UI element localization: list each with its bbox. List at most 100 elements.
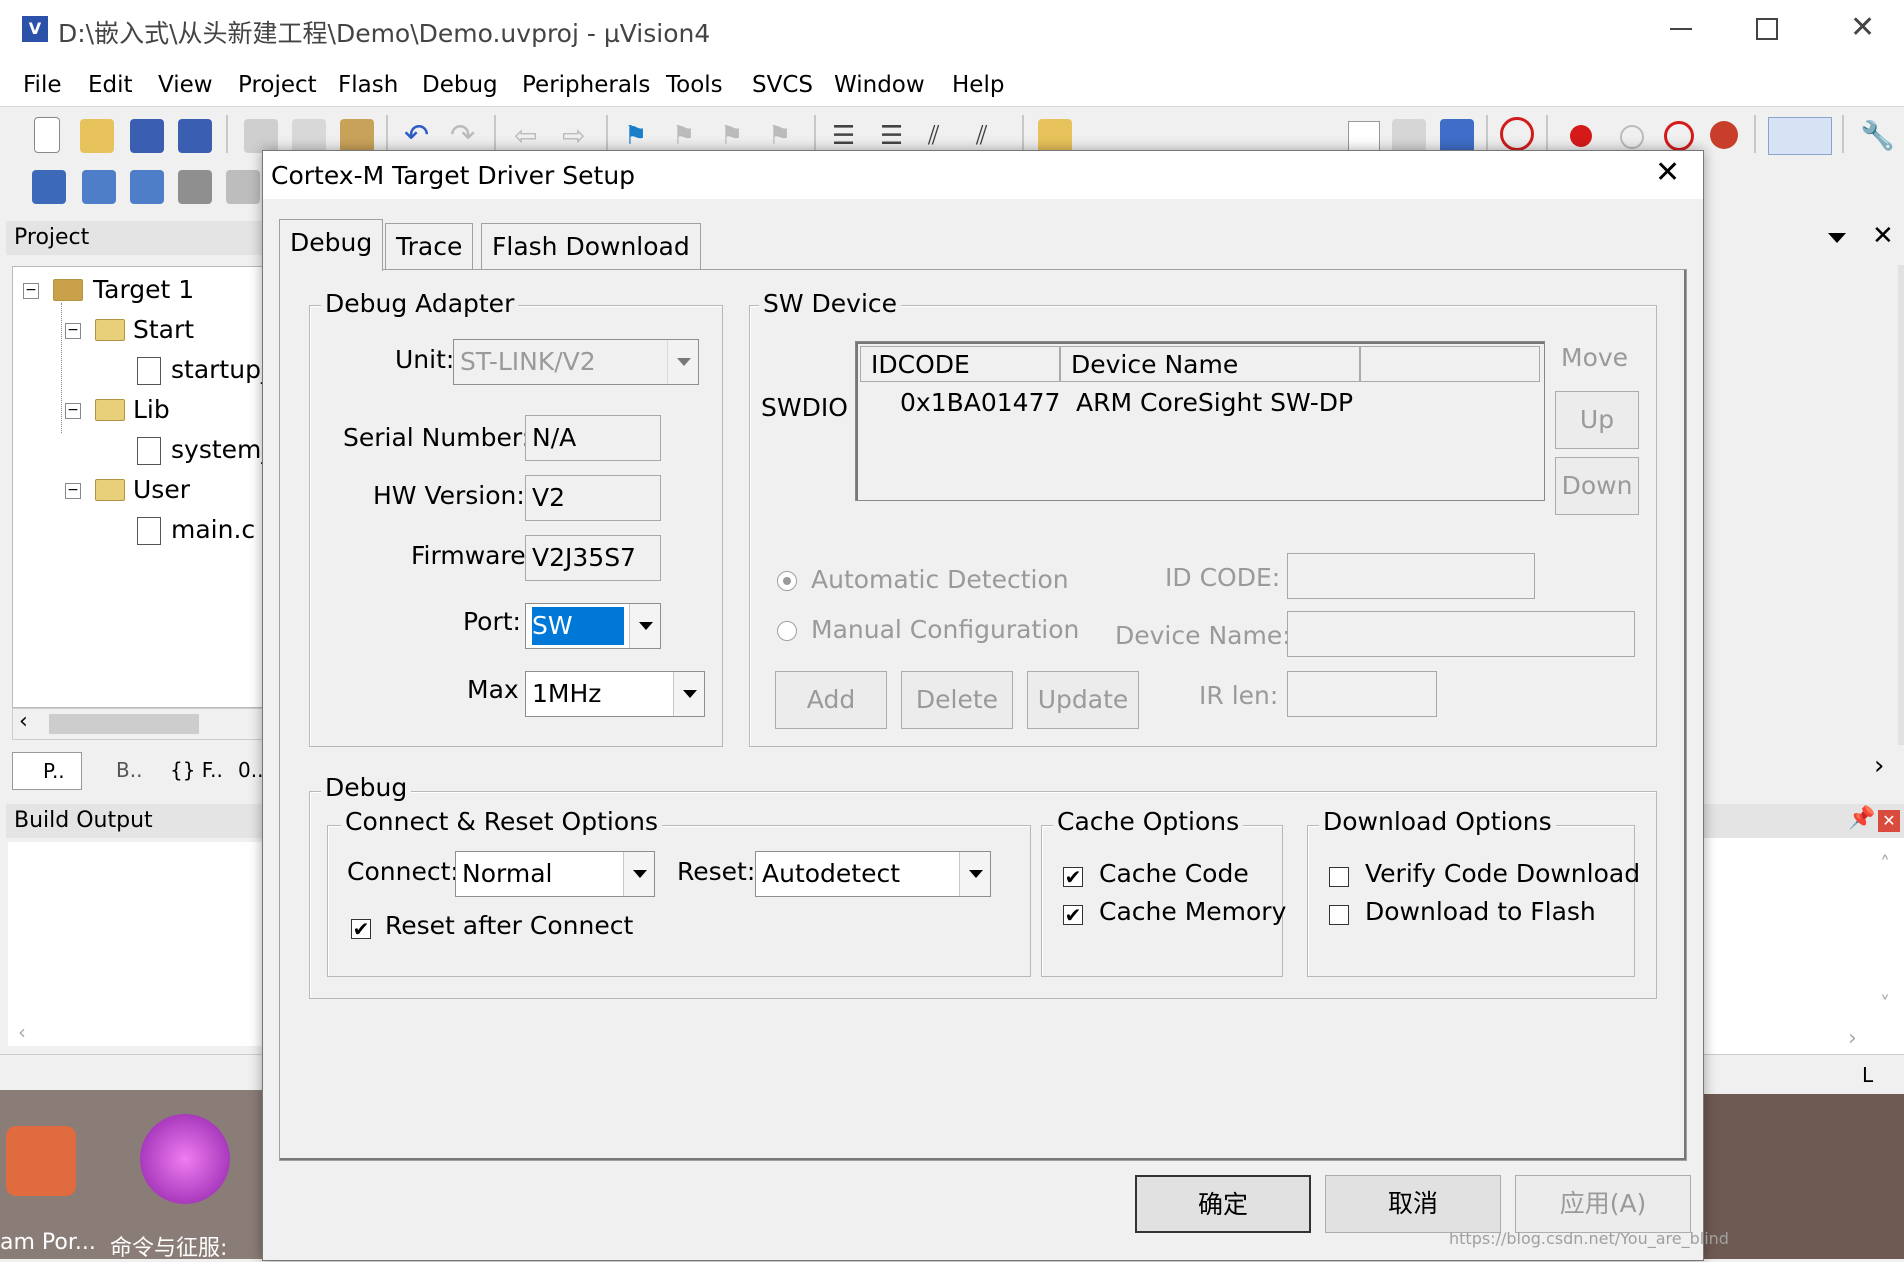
project-hscroll[interactable]: ‹ [12, 708, 276, 740]
expand-lib-toggle[interactable]: − [65, 403, 81, 419]
col-header-device-name[interactable]: Device Name [1060, 346, 1360, 382]
indent-icon[interactable]: ☰ [832, 119, 866, 153]
menu-edit[interactable]: Edit [88, 72, 133, 98]
breakpoint-disable-all-icon[interactable] [1664, 121, 1694, 151]
chevron-down-icon[interactable] [667, 340, 698, 384]
save-all-icon[interactable] [178, 119, 212, 153]
tree-item-lib[interactable]: Lib [133, 395, 170, 424]
cancel-button[interactable]: 取消 [1325, 1175, 1501, 1233]
build-output-hscroll[interactable]: ‹ [8, 1020, 274, 1046]
nav-back-icon[interactable]: ⇦ [514, 119, 548, 153]
tab-flash-download[interactable]: Flash Download [481, 223, 701, 269]
menu-debug[interactable]: Debug [422, 72, 498, 98]
desktop-label-1[interactable]: am Por... [0, 1230, 96, 1255]
connect-select[interactable]: Normal [455, 851, 655, 897]
ok-button[interactable]: 确定 [1135, 1175, 1311, 1233]
tab-functions[interactable]: {} F.. [162, 752, 226, 790]
move-up-button[interactable]: Up [1555, 391, 1639, 449]
breakpoint-kill-all-icon[interactable] [1710, 121, 1738, 149]
unindent-icon[interactable]: ☰ [880, 119, 914, 153]
bookmark-clear-icon[interactable]: ⚑ [768, 119, 802, 153]
hw-version-field[interactable]: V2 [525, 475, 661, 521]
comment-icon[interactable]: ⫽ [928, 119, 962, 153]
col-header-idcode[interactable]: IDCODE [860, 346, 1060, 382]
apply-button[interactable]: 应用(A) [1515, 1175, 1691, 1233]
reset-select[interactable]: Autodetect [755, 851, 991, 897]
cache-memory-label[interactable]: Cache Memory [1099, 897, 1286, 926]
verify-code-download-checkbox[interactable] [1329, 867, 1349, 887]
stop-build-icon[interactable] [226, 170, 260, 204]
firmware-field[interactable]: V2J35S7 [525, 535, 661, 581]
chevron-down-icon[interactable] [629, 604, 660, 648]
scroll-thumb[interactable] [49, 714, 199, 734]
unit-select[interactable]: ST-LINK/V2 [453, 339, 699, 385]
translate-icon[interactable] [32, 170, 66, 204]
open-folder-icon[interactable] [80, 119, 114, 153]
menu-file[interactable]: File [23, 72, 62, 98]
auto-detect-label[interactable]: Automatic Detection [811, 565, 1069, 594]
device-name-field[interactable] [1287, 611, 1635, 657]
tree-item-startup[interactable]: startup_ [171, 355, 273, 384]
device-row[interactable]: 0x1BA01477 ARM CoreSight SW-DP [860, 386, 1540, 422]
find-combo[interactable] [1348, 121, 1380, 153]
app-shortcut-icon[interactable] [6, 1126, 76, 1196]
nav-forward-icon[interactable]: ⇨ [562, 119, 596, 153]
verify-code-download-label[interactable]: Verify Code Download [1365, 859, 1640, 888]
minimize-icon[interactable] [1670, 28, 1692, 30]
tab-books[interactable]: B.. [86, 752, 156, 790]
menu-svcs[interactable]: SVCS [752, 72, 813, 98]
max-clock-select[interactable]: 1MHz [525, 671, 705, 717]
port-select[interactable]: SW [525, 603, 661, 649]
id-code-field[interactable] [1287, 553, 1535, 599]
dialog-close-icon[interactable]: ✕ [1655, 155, 1680, 190]
cut-icon[interactable] [244, 119, 278, 153]
bookmark-icon[interactable]: ⚑ [624, 119, 658, 153]
tree-item-start[interactable]: Start [133, 315, 194, 344]
expand-start-toggle[interactable]: − [65, 323, 81, 339]
scroll-left-icon[interactable]: ‹ [19, 709, 28, 734]
batch-build-icon[interactable] [178, 170, 212, 204]
manual-config-label[interactable]: Manual Configuration [811, 615, 1079, 644]
tree-item-system[interactable]: system_ [171, 435, 274, 464]
menu-tools[interactable]: Tools [666, 72, 723, 98]
save-icon[interactable] [130, 119, 164, 153]
download-to-flash-checkbox[interactable] [1329, 905, 1349, 925]
auto-detect-radio[interactable] [777, 571, 797, 591]
breakpoint-insert-icon[interactable] [1570, 125, 1592, 147]
editor-close-icon[interactable]: ✕ [1872, 221, 1894, 251]
editor-vscroll[interactable] [1898, 265, 1904, 745]
ir-len-field[interactable] [1287, 671, 1437, 717]
rebuild-icon[interactable] [130, 170, 164, 204]
breakpoint-enable-icon[interactable] [1620, 125, 1644, 149]
window-layout-dropdown[interactable] [1768, 117, 1832, 155]
desktop-label-2[interactable]: 命令与征服: [110, 1230, 227, 1262]
scroll-down-icon[interactable]: ˅ [1880, 992, 1890, 1016]
scroll-right-icon[interactable]: › [1848, 1026, 1857, 1051]
expand-user-toggle[interactable]: − [65, 483, 81, 499]
download-to-flash-label[interactable]: Download to Flash [1365, 897, 1596, 926]
manual-config-radio[interactable] [777, 621, 797, 641]
update-button[interactable]: Update [1027, 671, 1139, 729]
chevron-down-icon[interactable] [673, 672, 704, 716]
bookmark-prev-icon[interactable]: ⚑ [672, 119, 706, 153]
move-down-button[interactable]: Down [1555, 457, 1639, 515]
close-icon[interactable]: ✕ [1850, 10, 1875, 45]
chevron-down-icon[interactable] [623, 852, 654, 896]
redo-icon[interactable]: ↷ [450, 119, 484, 153]
menu-help[interactable]: Help [952, 72, 1004, 98]
copy-icon[interactable] [292, 119, 326, 153]
editor-scroll-right-icon[interactable]: › [1874, 751, 1884, 781]
tree-item-main[interactable]: main.c [171, 515, 255, 544]
reset-after-connect-checkbox[interactable]: ✔ [351, 919, 371, 939]
paste-icon[interactable] [340, 119, 374, 153]
new-file-icon[interactable] [34, 117, 60, 153]
scroll-up-icon[interactable]: ˄ [1880, 852, 1890, 876]
game-shortcut-icon[interactable] [140, 1114, 230, 1204]
serial-number-field[interactable]: N/A [525, 415, 661, 461]
menu-project[interactable]: Project [238, 72, 317, 98]
undo-icon[interactable]: ↶ [404, 119, 438, 153]
pin-icon[interactable]: 📌 [1848, 806, 1875, 831]
chevron-down-icon[interactable] [959, 852, 990, 896]
tab-project[interactable]: P.. [12, 752, 82, 790]
debug-start-icon[interactable] [1500, 117, 1534, 151]
